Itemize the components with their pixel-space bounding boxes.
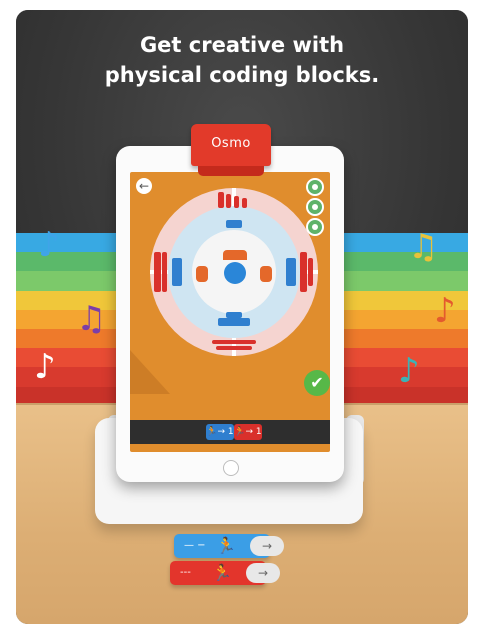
motion-lines: ‐‐‐	[180, 567, 191, 578]
osmo-logo: Osmo	[211, 136, 251, 151]
coding-board	[150, 188, 318, 356]
record-button-icon[interactable]	[306, 198, 324, 216]
jump-icon: 🏃	[212, 563, 232, 582]
headline-line-1: Get creative with	[139, 33, 345, 57]
walk-icon: 🏃	[206, 427, 218, 437]
music-note-icon: ♪	[398, 351, 420, 391]
music-note-icon: ♫	[408, 227, 439, 267]
osmo-reflector-lip	[198, 166, 264, 176]
stop-button-icon[interactable]	[306, 218, 324, 236]
robot-character	[224, 262, 246, 284]
command-jump-red[interactable]: 🏃→ 1	[234, 424, 262, 440]
home-button[interactable]	[223, 460, 239, 476]
physical-walk-block: — − 🏃 →	[174, 534, 284, 558]
app-screen: ← ✔ 🏃→ 1 🏃→ 1	[130, 172, 330, 452]
command-bar: 🏃→ 1 🏃→ 1	[130, 420, 330, 444]
music-note-icon: ♫	[76, 299, 107, 339]
tablet: ← ✔ 🏃→ 1 🏃→ 1	[116, 146, 344, 482]
star-button-icon[interactable]	[306, 178, 324, 196]
physical-jump-block: ‐‐‐ 🏃 →	[170, 561, 280, 585]
jump-icon: 🏃	[234, 427, 246, 437]
headline: Get creative with physical coding blocks…	[16, 30, 468, 90]
walk-icon: 🏃	[216, 536, 236, 555]
music-note-icon: ♪	[434, 291, 456, 331]
motion-lines: — −	[184, 540, 206, 551]
character-hat	[223, 250, 247, 260]
command-walk-blue[interactable]: 🏃→ 1	[206, 424, 234, 440]
wooden-triangle-piece	[130, 350, 170, 394]
osmo-reflector: Osmo	[191, 124, 271, 166]
arrow-knob-icon: →	[246, 563, 280, 583]
arrow-knob-icon: →	[250, 536, 284, 556]
check-button[interactable]: ✔	[304, 370, 330, 396]
music-note-icon: ♪	[38, 225, 60, 265]
back-button[interactable]: ←	[136, 178, 152, 194]
music-note-icon: ♪	[34, 347, 56, 387]
headline-line-2: physical coding blocks.	[104, 63, 380, 87]
